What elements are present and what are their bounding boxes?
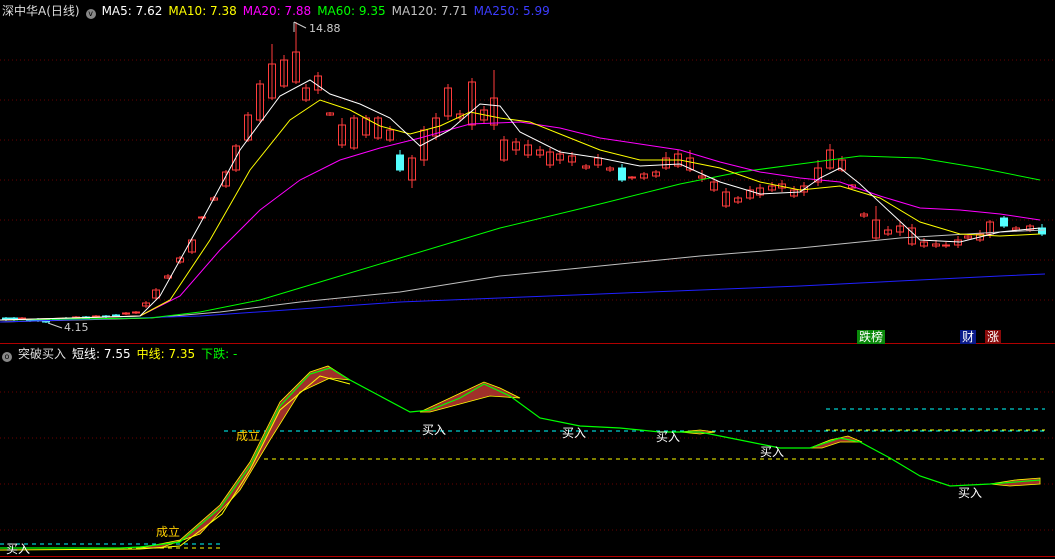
buy-signal: 买入 bbox=[6, 542, 31, 556]
tag-dieting[interactable]: 跌榜 bbox=[857, 330, 886, 344]
mid-line bbox=[0, 375, 351, 551]
low-price-label: 4.15 bbox=[64, 321, 89, 334]
ma120-label: MA120: 7.71 bbox=[391, 4, 468, 18]
candle-body bbox=[112, 314, 120, 317]
stock-name[interactable]: 深中华A(日线) bbox=[2, 4, 80, 18]
buy-signal: 买入 bbox=[562, 426, 587, 440]
indicator-header: o 突破买入 短线: 7.55 中线: 7.35 下跌: - bbox=[2, 347, 243, 362]
buy-signal: 买入 bbox=[422, 423, 447, 437]
short-line-label: 短线: 7.55 bbox=[72, 347, 131, 361]
ma10-label: MA10: 7.38 bbox=[168, 4, 237, 18]
established-signal: 成立 bbox=[156, 525, 181, 539]
candle-body bbox=[1000, 217, 1008, 227]
down-label: 下跌: - bbox=[201, 347, 238, 361]
indicator-pane bbox=[0, 365, 1045, 551]
high-price-label: 14.88 bbox=[309, 22, 341, 35]
candle-body bbox=[122, 312, 130, 315]
buy-signal: 买入 bbox=[656, 430, 681, 444]
candle-body bbox=[1038, 227, 1046, 235]
candlesticks bbox=[2, 22, 1046, 323]
ma120-line bbox=[0, 229, 1046, 323]
ma20-label: MA20: 7.88 bbox=[242, 4, 312, 18]
main-pane-header: 深中华A(日线) v MA5: 7.62 MA10: 7.38 MA20: 7.88 MA… bbox=[2, 4, 556, 19]
candle-body bbox=[942, 244, 950, 247]
candle-body bbox=[396, 154, 404, 171]
ma10-line bbox=[0, 99, 1041, 321]
buy-signal: 买入 bbox=[760, 445, 785, 459]
ma60-label: MA60: 9.35 bbox=[317, 4, 386, 18]
indicator-name[interactable]: 突破买入 bbox=[18, 347, 66, 361]
tag-cai[interactable]: 财 bbox=[960, 330, 977, 344]
candle-body bbox=[198, 216, 206, 219]
ma250-label: MA250: 5.99 bbox=[473, 4, 550, 18]
candle-body bbox=[2, 317, 10, 320]
buy-signal: 买入 bbox=[958, 486, 983, 500]
ma5-label: MA5: 7.62 bbox=[101, 4, 163, 18]
collapse-icon[interactable]: v bbox=[85, 9, 96, 19]
chart-canvas[interactable]: 14.88 4.15 bbox=[0, 0, 1055, 559]
mid-line-label: 中线: 7.35 bbox=[136, 347, 196, 361]
breakout-area bbox=[139, 365, 351, 549]
indicator-line bbox=[0, 367, 1041, 549]
candle-body bbox=[618, 167, 626, 181]
candle-body bbox=[628, 176, 636, 179]
moving-average-lines bbox=[0, 79, 1046, 323]
candle-body bbox=[132, 311, 140, 314]
indicator-menu-icon[interactable]: o bbox=[2, 352, 12, 362]
established-signal: 成立 bbox=[236, 429, 261, 443]
low-marker bbox=[47, 322, 63, 329]
tag-zhang[interactable]: 涨 bbox=[985, 330, 1002, 344]
